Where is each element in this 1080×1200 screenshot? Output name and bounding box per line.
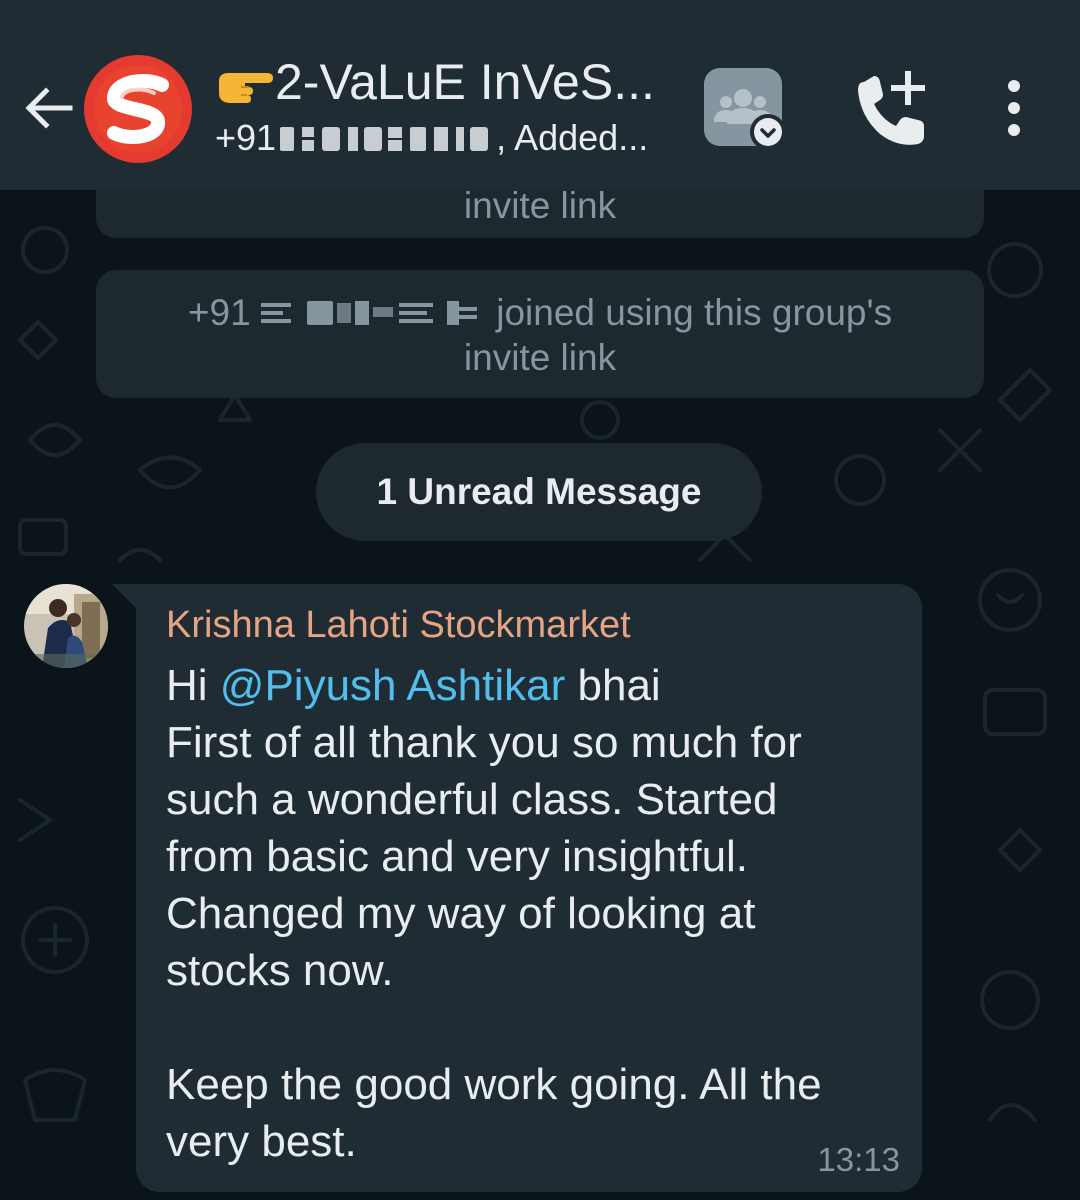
message-line: Changed my way of looking at xyxy=(166,889,756,938)
mention-link[interactable]: @Piyush Ashtikar xyxy=(220,661,565,710)
subtitle-prefix: +91 xyxy=(215,117,277,158)
message-line: stocks now. xyxy=(166,946,394,995)
system-message-body: joined using this group's invite link xyxy=(463,292,893,378)
group-subtitle[interactable]: +91 , Added... xyxy=(215,116,685,160)
subtitle-suffix: , Added... xyxy=(496,117,649,158)
message-line: First of all thank you so much for xyxy=(166,718,802,767)
chat-header: 2-VaLuE InVeS... +91 , Added... xyxy=(0,0,1080,190)
system-message-prefix: +91 xyxy=(187,292,251,333)
add-call-icon[interactable] xyxy=(850,70,930,150)
system-message-text: +91 joined using this group's invite lin… xyxy=(156,290,924,380)
greeting: Hi xyxy=(166,661,208,710)
sender-avatar[interactable] xyxy=(24,584,108,668)
group-title-text: 2-VaLuE InVeS... xyxy=(275,54,655,110)
community-icon[interactable] xyxy=(704,68,788,152)
unread-messages-banner: 1 Unread Message xyxy=(316,443,762,541)
message-timestamp: 13:13 xyxy=(817,1141,900,1178)
greeting-suffix: bhai xyxy=(577,661,661,710)
message-bubble-tail xyxy=(112,584,138,610)
arrow-left-icon[interactable] xyxy=(18,78,78,138)
more-vert-icon[interactable] xyxy=(990,72,1038,148)
group-info[interactable]: 2-VaLuE InVeS... +91 , Added... xyxy=(215,52,685,160)
message-line: Hi @Piyush Ashtikar bhai xyxy=(166,657,906,714)
redacted-phone-number xyxy=(280,127,489,151)
chat-screen: 2-VaLuE InVeS... +91 , Added... invite l… xyxy=(0,0,1080,1200)
sender-name[interactable]: Krishna Lahoti Stockmarket xyxy=(166,602,631,648)
message-line: such a wonderful class. Started xyxy=(166,775,778,824)
pointing-hand-icon xyxy=(219,73,273,103)
group-title[interactable]: 2-VaLuE InVeS... xyxy=(215,52,685,112)
redacted-phone-number xyxy=(260,301,477,325)
message-line: Keep the good work going. All the xyxy=(166,1060,822,1109)
message-text: Hi @Piyush Ashtikar bhai First of all th… xyxy=(166,657,906,1170)
message-bubble[interactable]: Krishna Lahoti Stockmarket Hi @Piyush As… xyxy=(136,584,922,1192)
group-avatar[interactable] xyxy=(84,55,192,163)
system-message: +91 joined using this group's invite lin… xyxy=(96,270,984,398)
message-line: very best. xyxy=(166,1117,357,1166)
message-line: from basic and very insightful. xyxy=(166,832,749,881)
